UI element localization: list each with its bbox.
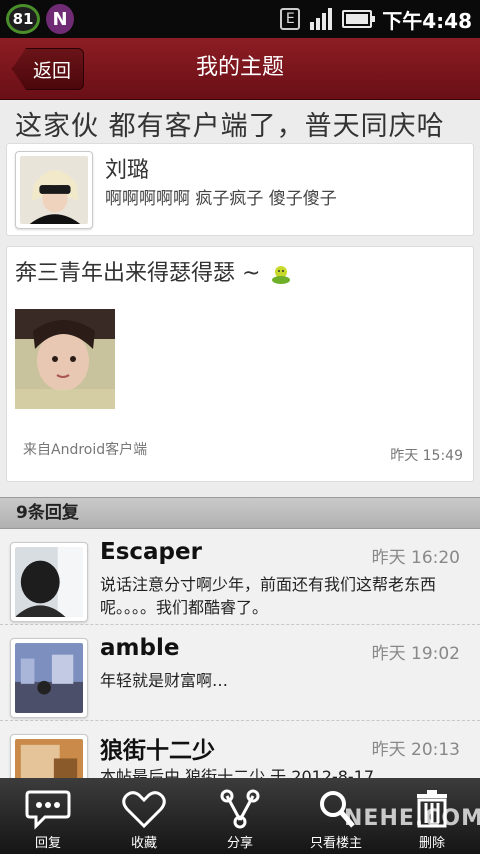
emoji-icon (272, 266, 291, 284)
post-card: 奔三青年出来得瑟得瑟 ~ 来自Android客户端 昨天 15:49 (6, 246, 474, 482)
replies-count-header: 9条回复 (0, 497, 480, 529)
watermark: NEHE.COM (344, 806, 480, 831)
speech-bubble-icon (25, 790, 71, 830)
reply-text: 本帖最后由 狼街十二少 于 2012-8-17 (100, 767, 375, 778)
reply-author: 狼街十二少 (100, 738, 215, 764)
share-button-label: 分享 (226, 836, 253, 851)
author-name: 刘璐 (105, 158, 150, 183)
reply-button[interactable]: 回复 (0, 778, 96, 854)
owner-only-button-label: 只看楼主 (309, 836, 362, 851)
network-type-icon: E (280, 8, 301, 30)
reply-avatar-image (15, 643, 83, 713)
favorite-button[interactable]: 收藏 (96, 778, 192, 854)
reply-time: 昨天 16:20 (371, 548, 460, 568)
app-notification-icon: N (46, 4, 74, 34)
status-bar: 81 N E 下午4:48 (0, 0, 480, 38)
battery-icon (342, 10, 376, 28)
reply-avatar[interactable] (10, 542, 88, 622)
reply-button-label: 回复 (34, 836, 61, 851)
reply-avatar-image (15, 739, 83, 778)
heart-icon (122, 791, 166, 829)
post-time: 昨天 15:49 (390, 448, 463, 464)
reply-author: amble (100, 635, 180, 661)
author-avatar[interactable] (15, 151, 93, 229)
battery-widget-icon: 81 (6, 4, 40, 34)
reply-text: 说话注意分寸啊少年，前面还有我们这帮老东西呢。。。。我们都酷睿了。 (100, 575, 437, 617)
reply-avatar[interactable] (10, 638, 88, 718)
delete-button-label: 删除 (418, 836, 445, 851)
reply-avatar-image (15, 547, 83, 617)
author-card[interactable]: 刘璐 啊啊啊啊啊 疯子疯子 傻子傻子 (6, 143, 474, 236)
reply-author: Escaper (100, 539, 202, 565)
reply-avatar[interactable] (10, 734, 88, 778)
reply-text: 年轻就是财富啊… (100, 671, 229, 690)
signal-strength-icon (310, 8, 333, 30)
share-button[interactable]: 分享 (192, 778, 288, 854)
topic-title: 这家伙 都有客户端了，普天同庆哈 (15, 111, 445, 142)
reply-item[interactable]: amble 昨天 19:02 年轻就是财富啊… (0, 625, 480, 721)
author-signature: 啊啊啊啊啊 疯子疯子 傻子傻子 (105, 189, 337, 209)
back-button[interactable]: 返回 (12, 48, 84, 90)
reply-list[interactable]: Escaper 昨天 16:20 说话注意分寸啊少年，前面还有我们这帮老东西呢。… (0, 529, 480, 778)
post-image[interactable] (15, 309, 115, 409)
post-source: 来自Android客户端 (23, 442, 148, 458)
reply-item[interactable]: 狼街十二少 昨天 20:13 本帖最后由 狼街十二少 于 2012-8-17 (0, 721, 480, 778)
status-time: 下午4:48 (382, 8, 472, 33)
post-text: 奔三青年出来得瑟得瑟 ~ (15, 261, 261, 286)
favorite-button-label: 收藏 (130, 836, 157, 851)
reply-item[interactable]: Escaper 昨天 16:20 说话注意分寸啊少年，前面还有我们这帮老东西呢。… (0, 529, 480, 625)
share-icon (220, 789, 260, 829)
reply-time: 昨天 20:13 (371, 740, 460, 760)
author-avatar-image (20, 156, 88, 224)
reply-time: 昨天 19:02 (371, 644, 460, 664)
post-text-row: 奔三青年出来得瑟得瑟 ~ (15, 255, 292, 287)
title-bar: 我的主题 返回 (0, 38, 480, 100)
